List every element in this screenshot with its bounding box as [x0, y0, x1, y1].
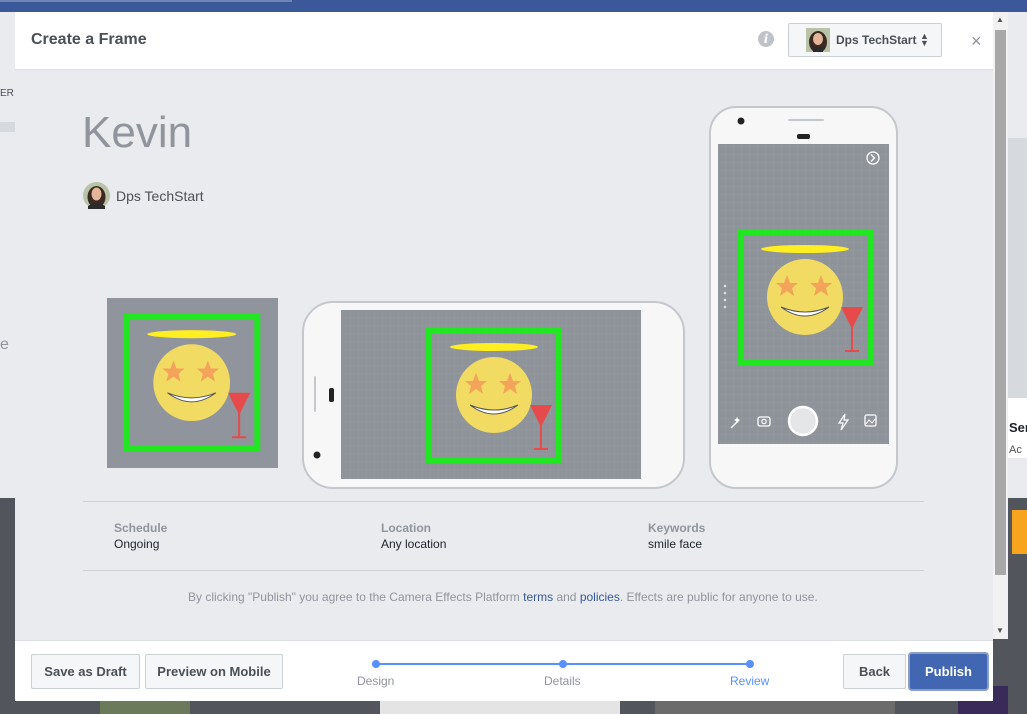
terms-text: By clicking "Publish" you agree to the C… [188, 590, 524, 604]
terms-text: . Effects are public for anyone to use. [619, 590, 818, 604]
background-left-column [0, 12, 15, 498]
policies-link[interactable]: policies [580, 590, 620, 604]
scroll-up-icon[interactable]: ▲ [996, 15, 1004, 24]
divider [83, 570, 924, 571]
background-text-fragment: Ac [1009, 444, 1022, 456]
step-details[interactable]: Details [544, 674, 581, 688]
terms-notice: By clicking "Publish" you agree to the C… [188, 590, 818, 604]
background-text-fragment: ER [0, 88, 14, 99]
modal-scrollbar[interactable]: ▲ ▼ [993, 12, 1008, 639]
step-dot-design [372, 660, 380, 668]
step-dot-details [559, 660, 567, 668]
modal-header: Create a Frame i Dps TechStart ▲ ▼ × [15, 12, 993, 70]
step-dot-review [746, 660, 754, 668]
keywords-value: smile face [648, 537, 703, 551]
frame-artwork [107, 298, 278, 468]
close-icon[interactable]: × [971, 32, 982, 50]
page-selector[interactable]: Dps TechStart ▲ ▼ [788, 23, 942, 57]
save-draft-button[interactable]: Save as Draft [31, 654, 140, 689]
location-label: Location [381, 521, 431, 535]
background-text-fragment: e [0, 336, 9, 353]
page-selector-name: Dps TechStart [836, 33, 917, 47]
terms-text: and [553, 590, 580, 604]
background-top-bar [0, 0, 1027, 12]
schedule-label: Schedule [114, 521, 168, 535]
step-review[interactable]: Review [730, 674, 769, 688]
frame-preview-square [107, 298, 278, 468]
modal-footer: Save as Draft Preview on Mobile Design D… [15, 640, 993, 701]
step-design[interactable]: Design [357, 674, 394, 688]
modal-title: Create a Frame [31, 31, 147, 48]
shutter-button-icon [787, 405, 819, 437]
scroll-down-icon[interactable]: ▼ [996, 626, 1004, 635]
background-text-fragment: Sen [1009, 420, 1027, 435]
phone-preview-portrait [709, 106, 898, 489]
schedule-value: Ongoing [114, 537, 160, 551]
page-avatar [806, 28, 830, 52]
back-button[interactable]: Back [843, 654, 906, 689]
preview-mobile-button[interactable]: Preview on Mobile [145, 654, 283, 689]
location-value: Any location [381, 537, 447, 551]
divider [83, 501, 924, 502]
background-orange-block [1012, 510, 1027, 554]
owner-name: Dps TechStart [116, 188, 204, 204]
sort-arrows-icon: ▲ ▼ [920, 31, 929, 48]
keywords-label: Keywords [648, 521, 706, 535]
info-icon[interactable]: i [758, 31, 774, 47]
terms-link[interactable]: terms [523, 590, 553, 604]
owner-avatar [83, 182, 110, 209]
publish-button[interactable]: Publish [910, 654, 987, 689]
create-frame-modal: Create a Frame i Dps TechStart ▲ ▼ × Kevi… [15, 12, 993, 701]
progress-stepper: Design Details Review [355, 641, 775, 701]
effect-name: Kevin [82, 108, 193, 157]
phone-preview-landscape [302, 301, 685, 489]
scrollbar-thumb[interactable] [995, 30, 1006, 575]
